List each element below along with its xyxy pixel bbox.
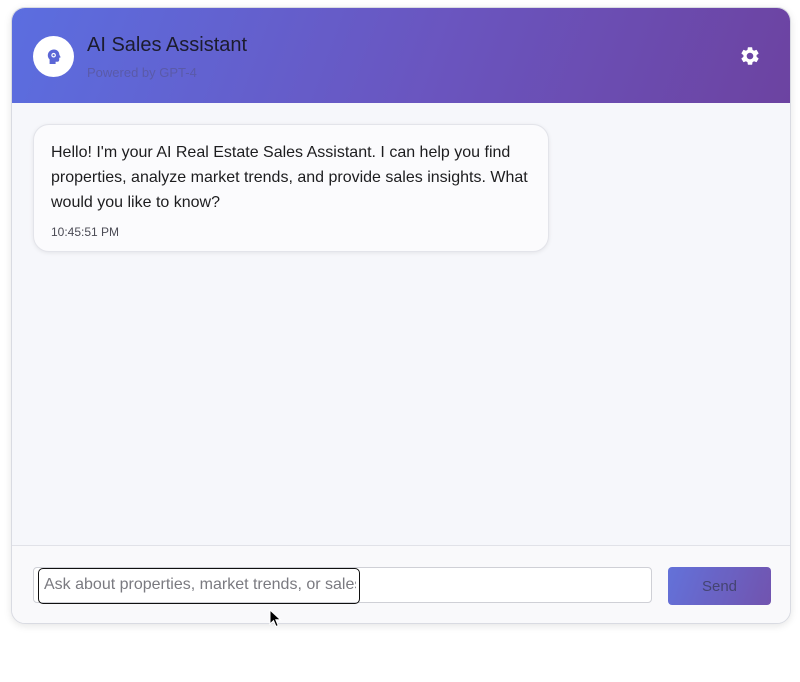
brain-gear-icon <box>47 49 61 64</box>
mouse-cursor-icon <box>269 609 282 628</box>
chat-input[interactable] <box>44 568 356 602</box>
message-timestamp: 10:45:51 PM <box>51 225 120 239</box>
chat-header: AI Sales Assistant Powered by GPT-4 <box>12 8 790 103</box>
gear-icon <box>741 47 759 65</box>
app-subtitle: Powered by GPT-4 <box>87 65 197 80</box>
settings-button[interactable] <box>739 45 761 67</box>
assistant-avatar <box>33 36 74 77</box>
message-text: Hello! I'm your AI Real Estate Sales Ass… <box>51 144 528 211</box>
chat-window: AI Sales Assistant Powered by GPT-4 Hell… <box>11 7 791 624</box>
chat-input-container <box>33 567 652 604</box>
message-list[interactable]: Hello! I'm your AI Real Estate Sales Ass… <box>12 103 790 545</box>
assistant-message: Hello! I'm your AI Real Estate Sales Ass… <box>33 124 549 252</box>
app-title: AI Sales Assistant <box>87 34 248 56</box>
composer: Send <box>12 545 790 623</box>
send-button[interactable]: Send <box>668 567 771 605</box>
